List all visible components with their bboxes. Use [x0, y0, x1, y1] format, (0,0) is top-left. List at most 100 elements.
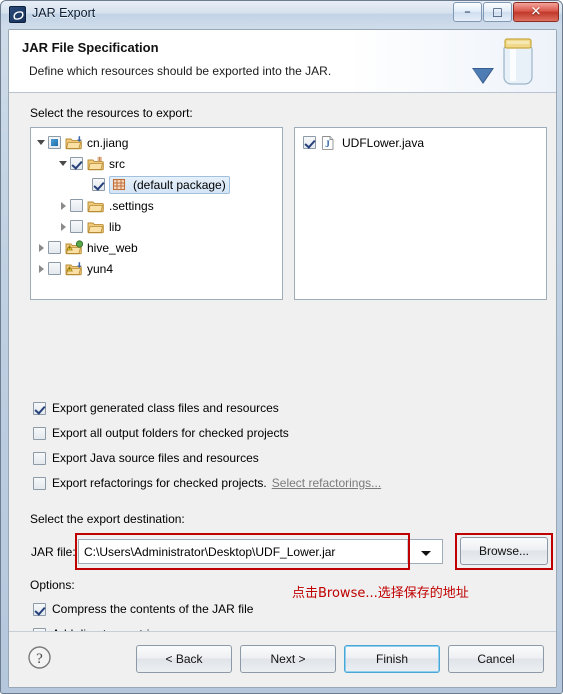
option-export-refactorings[interactable]: Export refactorings for checked projects…: [33, 474, 381, 492]
resource-file-list[interactable]: J UDFLower.java: [294, 127, 547, 300]
dialog-body: JAR File Specification Define which reso…: [8, 29, 557, 688]
jar-export-window: JAR Export – □ ✕ JAR File Specification …: [0, 0, 563, 694]
browse-button[interactable]: Browse...: [460, 537, 548, 565]
tree-row-label: cn.jiang: [87, 135, 129, 150]
tree-checkbox[interactable]: [92, 178, 105, 191]
close-icon: ✕: [530, 4, 542, 20]
option-export-java-sources[interactable]: Export Java source files and resources: [33, 449, 259, 467]
source-folder-icon: [87, 156, 105, 172]
option-label: Export generated class files and resourc…: [52, 401, 279, 415]
page-title: JAR File Specification: [22, 40, 159, 55]
tree-row-label: yun4: [87, 261, 114, 276]
next-button-label: Next >: [270, 652, 306, 666]
tree-row-label: hive_web: [87, 240, 138, 255]
option-checkbox[interactable]: [33, 401, 46, 415]
expand-collapse-icon[interactable]: [35, 258, 48, 279]
tree-row[interactable]: (default package): [35, 174, 282, 195]
resources-label: Select the resources to export:: [30, 106, 193, 120]
expand-collapse-icon[interactable]: [35, 132, 48, 153]
maximize-icon: □: [492, 5, 503, 19]
java-project-icon: [65, 135, 83, 151]
dialog-footer: ? < Back Next > Finish Cancel: [9, 631, 556, 687]
resource-tree[interactable]: cn.jiang src (default package) .settings…: [30, 127, 283, 300]
tree-row-label: lib: [109, 219, 122, 234]
wizard-banner: JAR File Specification Define which reso…: [9, 30, 556, 93]
title-bar[interactable]: JAR Export – □ ✕: [1, 1, 562, 28]
option-export-class-files[interactable]: Export generated class files and resourc…: [33, 399, 279, 417]
java-project-warn-icon: [65, 261, 83, 277]
tree-checkbox[interactable]: [70, 157, 83, 170]
tree-checkbox[interactable]: [70, 220, 83, 233]
tree-row[interactable]: lib: [35, 216, 282, 237]
tree-checkbox[interactable]: [48, 136, 61, 149]
close-button[interactable]: ✕: [513, 2, 559, 22]
tree-checkbox[interactable]: [48, 241, 61, 254]
option-checkbox[interactable]: [33, 426, 46, 440]
expand-collapse-icon[interactable]: [57, 153, 70, 174]
maximize-button[interactable]: □: [483, 2, 512, 22]
window-controls: – □ ✕: [452, 2, 559, 22]
tree-row-label: src: [109, 156, 125, 171]
expand-collapse-icon[interactable]: [57, 216, 70, 237]
tree-row-label: .settings: [109, 198, 154, 213]
select-refactorings-link[interactable]: Select refactorings...: [272, 476, 381, 490]
tree-row[interactable]: src: [35, 153, 282, 174]
list-item-label: UDFLower.java: [342, 135, 425, 150]
option-label: Compress the contents of the JAR file: [52, 602, 254, 616]
eclipse-icon: [9, 6, 26, 23]
tree-row[interactable]: cn.jiang: [35, 132, 282, 153]
option-checkbox[interactable]: [33, 602, 46, 616]
back-button-label: < Back: [165, 652, 203, 666]
wizard-content: Select the resources to export: cn.jiang…: [9, 93, 556, 666]
svg-text:?: ?: [36, 651, 43, 667]
browse-button-label: Browse...: [478, 544, 529, 558]
annotation-text: 点击Browse...选择保存的地址: [292, 586, 469, 601]
list-item[interactable]: J UDFLower.java: [303, 132, 546, 153]
java-project-warn-icon: [65, 239, 84, 256]
tree-checkbox[interactable]: [70, 199, 83, 212]
page-subtitle: Define which resources should be exporte…: [29, 64, 332, 78]
cancel-button[interactable]: Cancel: [448, 645, 544, 673]
jar-file-input[interactable]: C:\Users\Administrator\Desktop\UDF_Lower…: [79, 545, 407, 559]
java-file-icon: J: [320, 135, 338, 151]
tree-row[interactable]: hive_web: [35, 237, 282, 258]
option-label: Export all output folders for checked pr…: [52, 426, 289, 440]
option-checkbox[interactable]: [33, 476, 46, 490]
tree-row[interactable]: .settings: [35, 195, 282, 216]
svg-text:J: J: [325, 139, 330, 149]
window-title: JAR Export: [32, 6, 96, 20]
minimize-icon: –: [464, 4, 471, 20]
cancel-button-label: Cancel: [477, 652, 515, 666]
options-label: Options:: [30, 578, 75, 592]
folder-icon: [87, 198, 105, 214]
option-compress-contents[interactable]: Compress the contents of the JAR file: [33, 600, 253, 618]
footer-buttons: < Back Next > Finish Cancel: [136, 645, 544, 673]
back-button[interactable]: < Back: [136, 645, 232, 673]
option-label: Export refactorings for checked projects…: [52, 476, 267, 490]
option-checkbox[interactable]: [33, 451, 46, 465]
finish-button-label: Finish: [375, 652, 408, 666]
package-icon: [111, 177, 129, 193]
expand-collapse-icon[interactable]: [57, 195, 70, 216]
expand-collapse-icon: [79, 174, 92, 195]
expand-collapse-icon[interactable]: [35, 237, 48, 258]
folder-icon: [87, 219, 105, 235]
tree-row-selected[interactable]: (default package): [109, 175, 230, 194]
finish-button[interactable]: Finish: [344, 645, 440, 673]
tree-checkbox[interactable]: [48, 262, 61, 275]
chevron-down-icon[interactable]: [408, 540, 442, 563]
next-button[interactable]: Next >: [240, 645, 336, 673]
help-icon[interactable]: ?: [26, 644, 53, 671]
file-list-rows: J UDFLower.java: [295, 128, 546, 153]
option-export-output-folders[interactable]: Export all output folders for checked pr…: [33, 424, 289, 442]
resource-tree-rows: cn.jiang src (default package) .settings…: [31, 128, 282, 279]
jar-file-label: JAR file:: [31, 545, 76, 559]
option-label: Export Java source files and resources: [52, 451, 259, 465]
tree-row[interactable]: yun4: [35, 258, 282, 279]
file-checkbox[interactable]: [303, 136, 316, 149]
jar-jar-icon: [464, 32, 542, 97]
minimize-button[interactable]: –: [453, 2, 482, 22]
tree-row-label: (default package): [133, 177, 226, 192]
jar-file-combo[interactable]: C:\Users\Administrator\Desktop\UDF_Lower…: [78, 539, 443, 564]
destination-label: Select the export destination:: [30, 512, 185, 526]
